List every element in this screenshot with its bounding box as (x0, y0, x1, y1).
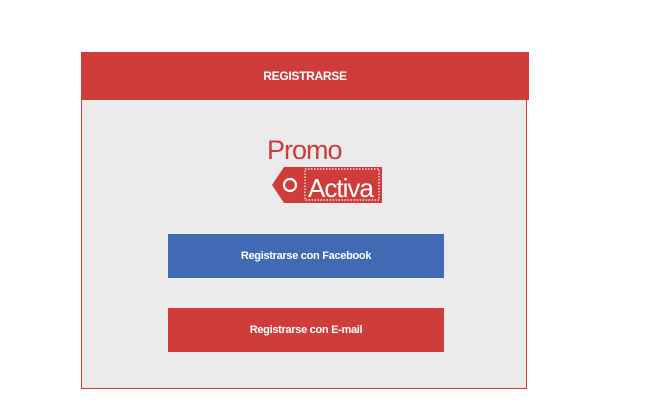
register-facebook-button[interactable]: Registrarse con Facebook (168, 234, 444, 278)
modal-header: REGISTRARSE (81, 52, 529, 100)
register-email-label: Registrarse con E-mail (249, 324, 363, 336)
promoactiva-logo: Promo Activa (267, 127, 387, 209)
modal-title: REGISTRARSE (263, 69, 347, 83)
register-modal: REGISTRARSE Promo Activa Registrarse con… (81, 52, 529, 389)
logo-word-promo: Promo (267, 135, 342, 165)
register-facebook-label: Registrarse con Facebook (240, 250, 372, 262)
register-email-button[interactable]: Registrarse con E-mail (168, 308, 444, 352)
logo-word-activa: Activa (308, 173, 374, 203)
